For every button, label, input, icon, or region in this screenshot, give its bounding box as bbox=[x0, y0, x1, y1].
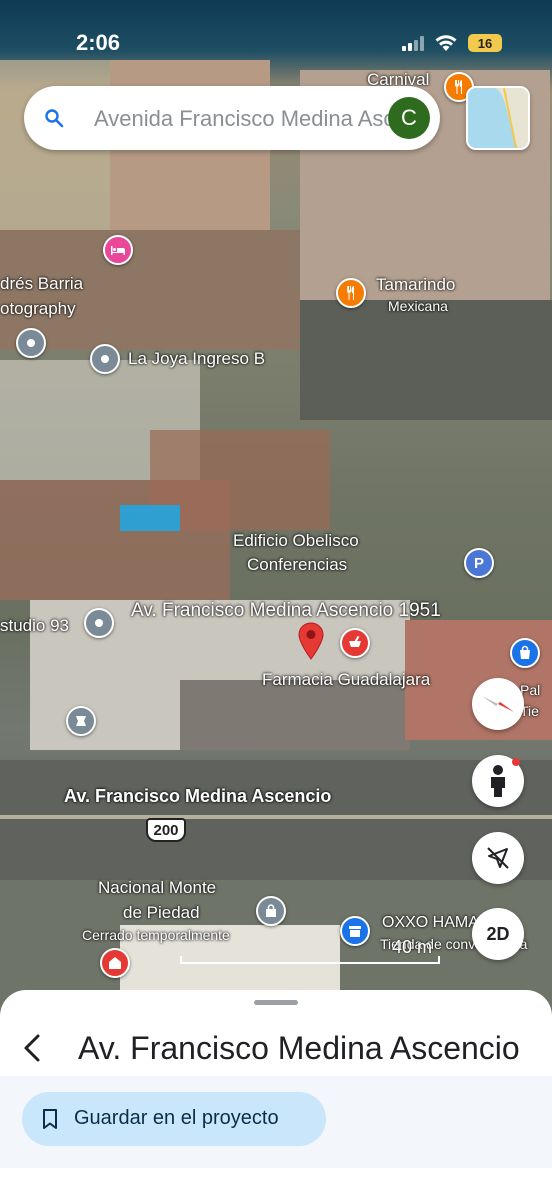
poi-label-nacional-2[interactable]: de Piedad bbox=[123, 903, 200, 923]
fork-knife-icon bbox=[347, 286, 354, 300]
scale-text: 40 m bbox=[391, 937, 432, 957]
search-bar[interactable]: Avenida Francisco Medina Ascencio C bbox=[24, 86, 440, 150]
parking-pin[interactable]: P bbox=[464, 548, 494, 578]
view-toggle-label: 2D bbox=[486, 923, 510, 944]
location-dot-icon bbox=[27, 339, 35, 347]
save-to-project-label: Guardar en el proyecto bbox=[74, 1107, 279, 1129]
poi-pin-la-joya[interactable] bbox=[90, 344, 120, 374]
poi-pin-andres[interactable] bbox=[16, 328, 46, 358]
bookmark-icon bbox=[43, 1109, 57, 1129]
bed-icon bbox=[111, 246, 125, 255]
poi-label-nacional[interactable]: Nacional Monte bbox=[98, 878, 216, 898]
poi-pin-studio[interactable] bbox=[84, 608, 114, 638]
pawn-shop-pin[interactable] bbox=[100, 948, 130, 978]
poi-sublabel-tamarindo: Mexicana bbox=[388, 298, 448, 314]
address-label[interactable]: Av. Francisco Medina Ascencio 1951 bbox=[131, 600, 441, 622]
location-dot-icon bbox=[101, 355, 109, 363]
pegman-icon bbox=[491, 765, 505, 797]
pharmacy-pin[interactable] bbox=[340, 628, 370, 658]
location-dot-icon bbox=[95, 619, 103, 627]
building-facade bbox=[180, 680, 410, 750]
red-roofs-mid bbox=[0, 480, 230, 600]
parking-icon: P bbox=[473, 554, 484, 572]
house-icon bbox=[109, 957, 121, 969]
cellular-signal-icon bbox=[402, 35, 424, 51]
poi-label-la-joya[interactable]: La Joya Ingreso B bbox=[128, 349, 265, 369]
poi-label-pal[interactable]: Pal bbox=[520, 682, 540, 698]
route-number: 200 bbox=[153, 821, 179, 839]
save-to-project-button[interactable]: Guardar en el proyecto bbox=[22, 1092, 326, 1146]
place-bottom-sheet[interactable]: Av. Francisco Medina Ascencio Guardar en… bbox=[0, 990, 552, 1200]
poi-label-tamarindo[interactable]: Tamarindo bbox=[376, 275, 455, 295]
poi-label-andres[interactable]: drés Barria bbox=[0, 274, 83, 294]
poi-label-farmacia[interactable]: Farmacia Guadalajara bbox=[262, 670, 430, 690]
minimap-icon bbox=[468, 88, 528, 148]
poi-pin-left[interactable] bbox=[66, 706, 96, 736]
shopping-bag-icon bbox=[520, 645, 530, 659]
road-label-avenue: Av. Francisco Medina Ascencio bbox=[64, 786, 332, 806]
selected-location-marker[interactable] bbox=[298, 622, 324, 660]
ramp-area bbox=[300, 300, 552, 420]
avatar-letter: C bbox=[401, 105, 417, 130]
pool bbox=[120, 505, 180, 531]
location-off-button[interactable] bbox=[472, 832, 524, 884]
storefront-icon bbox=[349, 926, 361, 937]
battery-indicator: 16 bbox=[468, 34, 502, 52]
status-time: 2:06 bbox=[76, 30, 121, 55]
restaurant-pin-tamarindo[interactable] bbox=[336, 278, 366, 308]
notification-dot bbox=[512, 758, 520, 766]
minimap-thumbnail[interactable] bbox=[466, 86, 530, 150]
fork-knife-icon bbox=[455, 80, 462, 94]
street-view-button[interactable] bbox=[472, 755, 524, 807]
route-200-shield: 200 bbox=[146, 818, 186, 842]
mortar-pestle-icon bbox=[349, 635, 361, 647]
location-disabled-icon bbox=[487, 847, 509, 869]
lock-bag-icon bbox=[266, 904, 276, 917]
poi-label-edificio-2[interactable]: Conferencias bbox=[247, 555, 347, 575]
avenue-road bbox=[0, 760, 552, 880]
compass-icon bbox=[482, 696, 514, 712]
road-marking bbox=[0, 815, 552, 819]
compass-button[interactable] bbox=[472, 678, 524, 730]
poi-pin-nacional[interactable] bbox=[256, 896, 286, 926]
search-icon[interactable] bbox=[44, 108, 64, 128]
map-scale: 40 m bbox=[180, 937, 440, 964]
search-input[interactable]: Avenida Francisco Medina Ascencio bbox=[94, 106, 394, 132]
account-avatar[interactable]: C bbox=[388, 97, 430, 139]
map-3d-view[interactable]: Carnival Tamarindo Mexicana drés Barria … bbox=[0, 0, 552, 1010]
back-arrow-icon[interactable] bbox=[16, 1030, 46, 1066]
place-title: Av. Francisco Medina Ascencio bbox=[78, 1030, 520, 1066]
shopping-pin[interactable] bbox=[510, 638, 540, 668]
wifi-icon bbox=[435, 35, 457, 51]
status-icons: 16 bbox=[402, 34, 502, 52]
poi-label-studio[interactable]: studio 93 bbox=[0, 616, 69, 636]
hotel-pin[interactable] bbox=[103, 235, 133, 265]
sheet-drag-handle[interactable] bbox=[254, 1000, 298, 1005]
scale-bar bbox=[180, 956, 440, 964]
poi-label-andres-2[interactable]: otography bbox=[0, 299, 76, 319]
store-icon bbox=[76, 716, 86, 726]
view-2d-toggle[interactable]: 2D bbox=[472, 908, 524, 960]
poi-label-edificio[interactable]: Edificio Obelisco bbox=[233, 531, 359, 551]
